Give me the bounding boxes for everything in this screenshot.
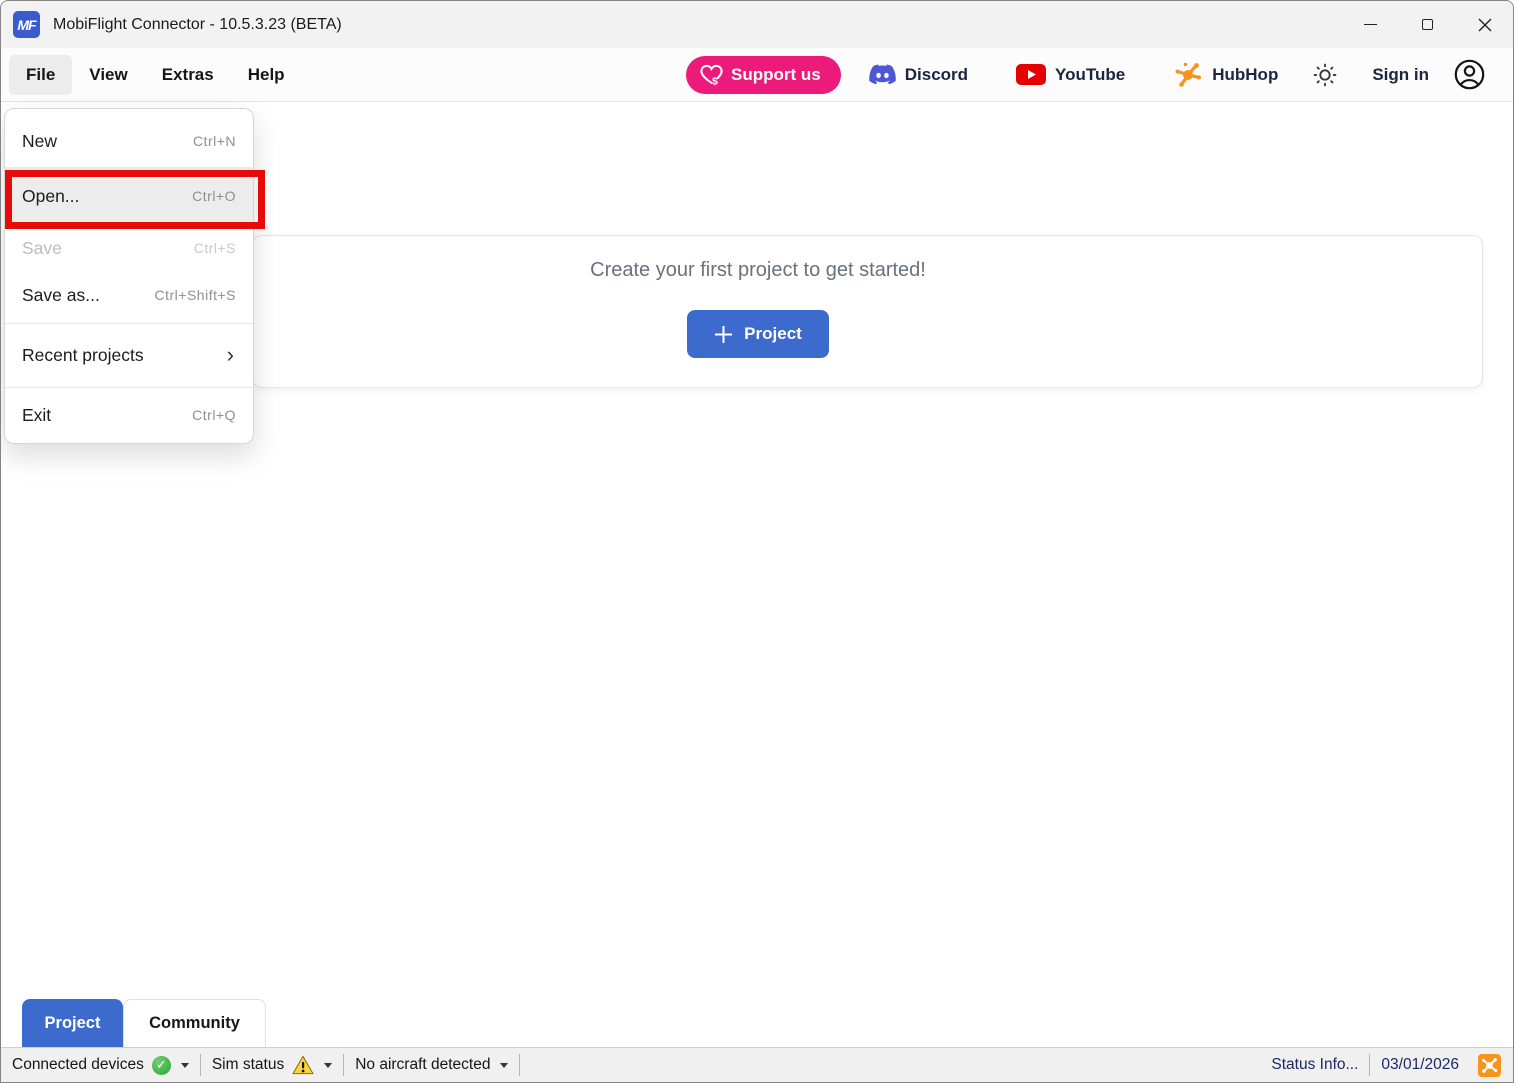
hubhop-splat-icon <box>1481 1057 1498 1074</box>
user-avatar-icon <box>1454 59 1485 90</box>
discord-label: Discord <box>905 65 968 85</box>
minimize-button[interactable] <box>1342 1 1399 48</box>
file-menu-item-save-as[interactable]: Save as... Ctrl+Shift+S <box>5 271 253 319</box>
date-field: 03/01/2026 <box>1370 1056 1470 1074</box>
menu-separator <box>5 323 253 324</box>
file-menu-item-exit[interactable]: Exit Ctrl+Q <box>5 391 253 439</box>
warning-icon <box>292 1055 314 1075</box>
new-project-button-label: Project <box>744 324 802 344</box>
file-menu-item-label: New <box>22 131 57 152</box>
caret-down-icon <box>500 1063 508 1068</box>
aircraft-label: No aircraft detected <box>355 1056 490 1074</box>
empty-state-card <box>252 235 1483 388</box>
minimize-icon <box>1364 24 1377 26</box>
window-title: MobiFlight Connector - 10.5.3.23 (BETA) <box>53 16 342 34</box>
header-actions: $ Support us Discord YouTube <box>686 56 1485 94</box>
bottom-tabs: Project Community <box>22 999 266 1047</box>
mobiflight-logo-icon: MF <box>13 11 40 38</box>
status-bar: Connected devices ✓ Sim status No aircra… <box>1 1047 1513 1082</box>
youtube-icon <box>1016 64 1046 85</box>
menu-file[interactable]: File <box>9 55 72 95</box>
sim-status-label: Sim status <box>212 1056 284 1074</box>
file-menu-item-new[interactable]: New Ctrl+N <box>5 115 253 167</box>
file-menu-item-save: Save Ctrl+S <box>5 225 253 271</box>
close-icon <box>1478 18 1492 32</box>
app-window: MF MobiFlight Connector - 10.5.3.23 (BET… <box>0 0 1514 1083</box>
file-menu-item-shortcut: Ctrl+S <box>194 240 236 256</box>
status-info-link[interactable]: Status Info... <box>1260 1056 1369 1074</box>
annotation-highlight-open <box>5 170 265 229</box>
maximize-icon <box>1422 19 1433 30</box>
window-controls <box>1342 1 1513 48</box>
connected-devices-label: Connected devices <box>12 1056 144 1074</box>
file-menu-dropdown: New Ctrl+N Open... Ctrl+O Save Ctrl+S Sa… <box>4 108 254 444</box>
plus-icon <box>714 325 733 344</box>
support-us-label: Support us <box>731 65 821 85</box>
close-button[interactable] <box>1456 1 1513 48</box>
youtube-link[interactable]: YouTube <box>1016 64 1125 85</box>
hubhop-status-button[interactable] <box>1478 1054 1501 1077</box>
sun-icon <box>1312 62 1338 88</box>
sign-in-button[interactable]: Sign in <box>1372 59 1485 90</box>
theme-toggle-button[interactable] <box>1312 62 1338 88</box>
hubhop-icon <box>1173 60 1203 90</box>
file-menu-item-shortcut: Ctrl+Q <box>192 407 236 423</box>
hubhop-label: HubHop <box>1212 65 1278 85</box>
statusbar-right: Status Info... 03/01/2026 <box>1260 1054 1501 1077</box>
menu-view[interactable]: View <box>72 55 144 95</box>
file-menu-item-label: Save <box>22 238 62 259</box>
empty-state-text: Create your first project to get started… <box>590 259 926 282</box>
menu-extras[interactable]: Extras <box>145 55 231 95</box>
connected-devices-dropdown[interactable]: Connected devices ✓ <box>1 1056 200 1075</box>
discord-link[interactable]: Discord <box>869 64 968 85</box>
youtube-label: YouTube <box>1055 65 1125 85</box>
menu-help[interactable]: Help <box>231 55 302 95</box>
heart-dollar-icon: $ <box>699 62 724 87</box>
date-label: 03/01/2026 <box>1381 1056 1459 1074</box>
file-menu-item-label: Recent projects <box>22 345 144 366</box>
discord-icon <box>869 64 896 85</box>
sim-status-dropdown[interactable]: Sim status <box>201 1055 343 1075</box>
statusbar-divider <box>519 1054 520 1076</box>
menu-separator <box>5 387 253 388</box>
file-menu-item-label: Exit <box>22 405 51 426</box>
file-menu-item-recent-projects[interactable]: Recent projects › <box>5 327 253 383</box>
sign-in-label: Sign in <box>1372 65 1429 85</box>
svg-text:$: $ <box>712 76 718 87</box>
file-menu-item-label: Save as... <box>22 285 100 306</box>
file-menu-item-shortcut: Ctrl+Shift+S <box>155 287 236 303</box>
status-info-label: Status Info... <box>1271 1056 1358 1074</box>
new-project-button[interactable]: Project <box>687 310 829 358</box>
caret-down-icon <box>324 1063 332 1068</box>
success-check-icon: ✓ <box>152 1056 171 1075</box>
tab-community[interactable]: Community <box>123 999 266 1047</box>
menu-bar: File View Extras Help $ Support us Disco… <box>1 48 1513 102</box>
tab-project[interactable]: Project <box>22 999 123 1047</box>
hubhop-link[interactable]: HubHop <box>1173 60 1278 90</box>
file-menu-item-shortcut: Ctrl+N <box>193 133 236 149</box>
chevron-right-icon: › <box>227 344 234 366</box>
caret-down-icon <box>181 1063 189 1068</box>
title-bar: MF MobiFlight Connector - 10.5.3.23 (BET… <box>1 1 1513 48</box>
aircraft-dropdown[interactable]: No aircraft detected <box>344 1056 519 1074</box>
maximize-button[interactable] <box>1399 1 1456 48</box>
support-us-button[interactable]: $ Support us <box>686 56 841 94</box>
